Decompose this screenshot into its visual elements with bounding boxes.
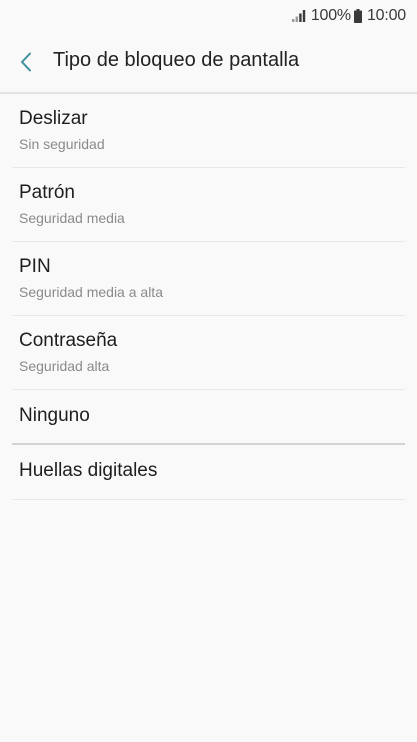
option-patron[interactable]: Patrón Seguridad media <box>12 168 405 242</box>
row-divider <box>12 499 405 500</box>
option-huellas-digitales[interactable]: Huellas digitales <box>12 445 405 500</box>
option-description: Seguridad alta <box>19 358 110 374</box>
option-label: Contraseña <box>19 330 118 351</box>
app-bar: Tipo de bloqueo de pantalla <box>0 38 417 86</box>
chevron-left-icon <box>21 52 31 72</box>
status-time: 10:00 <box>366 7 406 24</box>
option-label: Patrón <box>19 182 75 203</box>
option-label: Ninguno <box>19 405 90 426</box>
option-description: Sin seguridad <box>19 136 105 152</box>
status-indicators: 100% 10:00 <box>291 6 406 26</box>
option-description: Seguridad media a alta <box>19 284 163 300</box>
battery-icon <box>353 9 362 23</box>
status-bar: 100% 10:00 <box>0 0 417 30</box>
option-description: Seguridad media <box>19 210 125 226</box>
signal-icon <box>291 10 306 22</box>
back-button[interactable] <box>13 48 39 76</box>
battery-percentage: 100% <box>310 7 351 24</box>
option-label: Deslizar <box>19 108 88 129</box>
option-contrasena[interactable]: Contraseña Seguridad alta <box>12 316 405 390</box>
option-label: Huellas digitales <box>19 460 158 481</box>
option-pin[interactable]: PIN Seguridad media a alta <box>12 242 405 316</box>
page-title: Tipo de bloqueo de pantalla <box>53 49 300 71</box>
option-ninguno[interactable]: Ninguno <box>12 390 405 445</box>
lock-type-list: Deslizar Sin seguridad Patrón Seguridad … <box>0 94 417 500</box>
option-deslizar[interactable]: Deslizar Sin seguridad <box>12 94 405 168</box>
option-label: PIN <box>19 256 51 277</box>
